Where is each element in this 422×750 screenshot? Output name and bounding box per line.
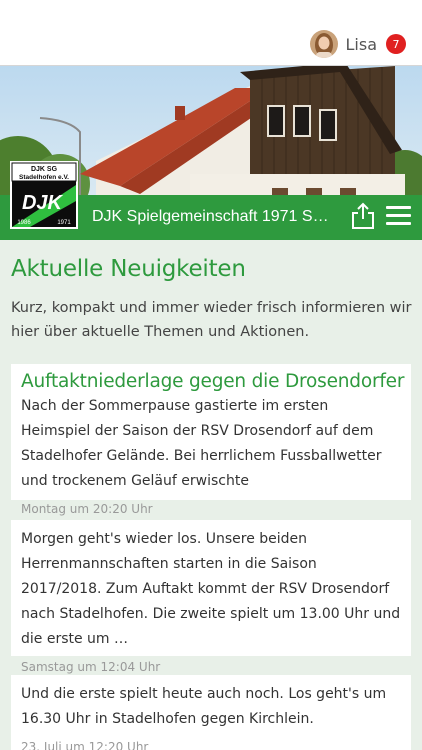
logo-mark: DJK <box>22 192 64 214</box>
user-profile[interactable]: Lisa 7 <box>309 30 406 58</box>
user-name[interactable]: Lisa <box>346 35 378 54</box>
logo-line2: Stadelhofen e.V. <box>19 174 69 181</box>
news-title[interactable]: Auftaktniederlage gegen die Drosendorfer <box>21 371 404 392</box>
logo-year-left: 1986 <box>17 220 31 226</box>
news-time: Samstag um 12:04 Uhr <box>21 660 161 674</box>
news-text: Morgen geht's wieder los. Unsere beiden … <box>21 531 401 647</box>
news-time: 23. Juli um 12:20 Uhr <box>21 740 149 750</box>
news-time: Montag um 20:20 Uhr <box>21 502 153 516</box>
club-logo: DJK SG Stadelhofen e.V. DJK 1986 1971 <box>10 161 78 229</box>
intro-text: Kurz, kompakt und immer wieder frisch in… <box>11 300 412 340</box>
logo-line1: DJK SG <box>31 166 58 173</box>
top-bar: Lisa 7 <box>0 0 422 66</box>
share-button[interactable] <box>350 202 376 230</box>
page-title: Aktuelle Neuigkeiten <box>11 256 246 282</box>
hamburger-menu-icon[interactable] <box>386 206 412 228</box>
logo-year-right: 1971 <box>57 220 71 226</box>
news-card[interactable]: Auftaktniederlage gegen die Drosendorfer… <box>11 364 411 516</box>
news-card[interactable]: Und die erste spielt heute auch noch. Lo… <box>11 675 411 750</box>
share-icon <box>352 202 374 229</box>
news-card[interactable]: Morgen geht's wieder los. Unsere beiden … <box>11 520 411 674</box>
avatar[interactable] <box>309 30 338 58</box>
notification-badge[interactable]: 7 <box>386 34 406 54</box>
news-text: Nach der Sommerpause gastierte im ersten… <box>21 398 382 489</box>
news-text: Und die erste spielt heute auch noch. Lo… <box>21 686 387 727</box>
club-name: DJK Spielgemeinschaft 1971 S… <box>92 208 329 225</box>
